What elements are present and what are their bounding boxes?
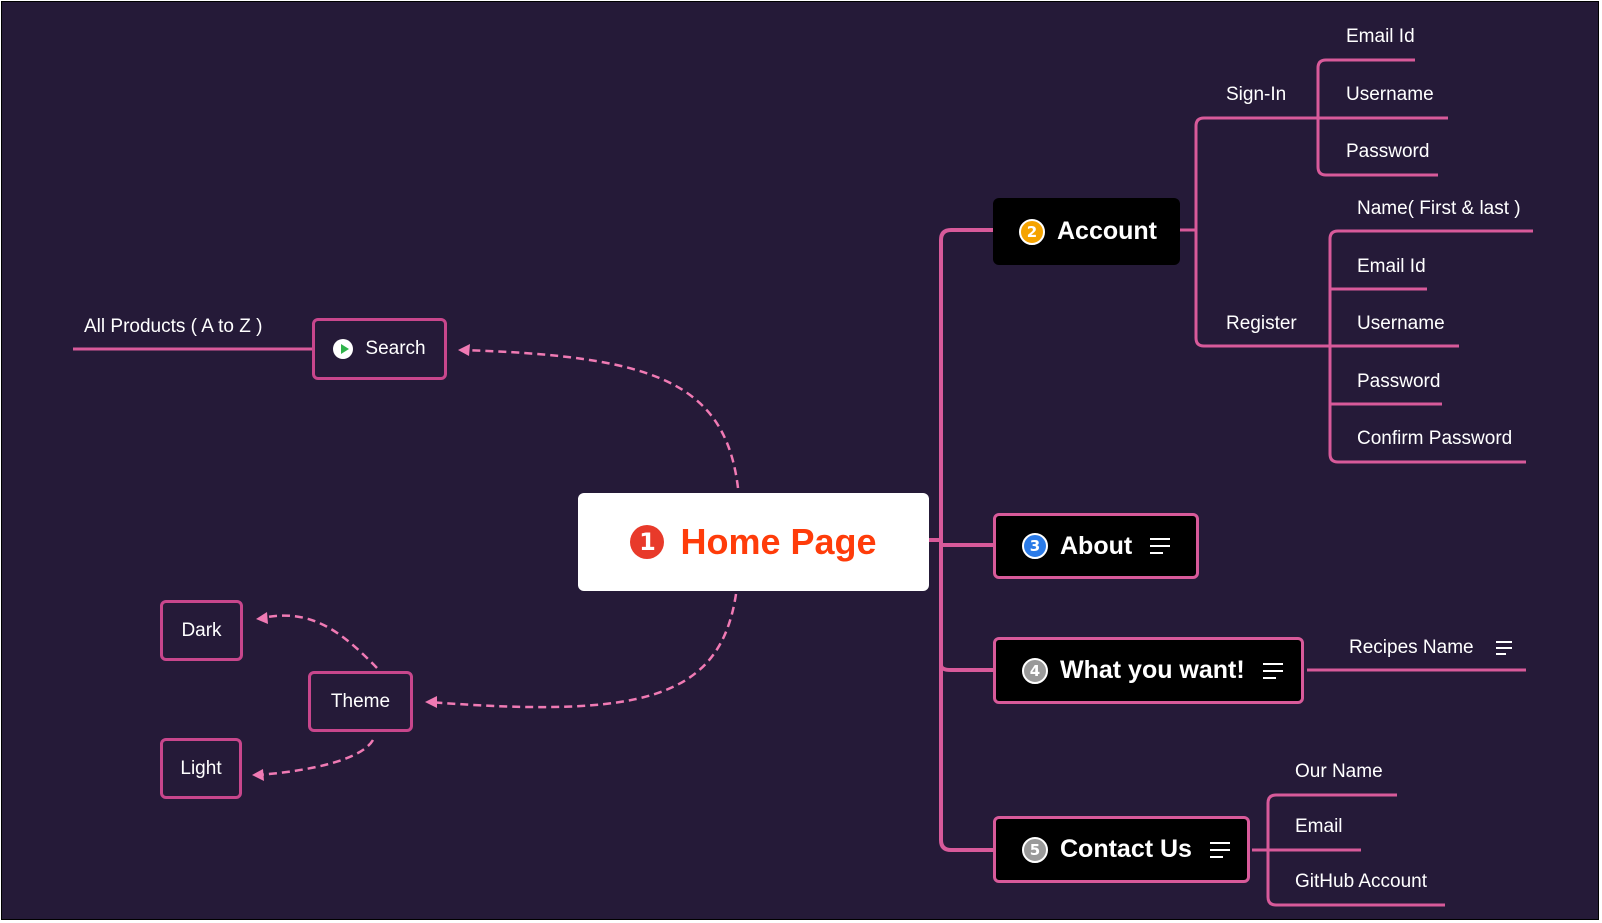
- branch-contact-label: Contact Us: [1060, 835, 1192, 863]
- topic-register[interactable]: Register: [1226, 313, 1297, 335]
- floating-topic-theme[interactable]: Theme: [308, 671, 413, 732]
- topic-email[interactable]: Email: [1295, 816, 1343, 838]
- priority-4-icon: 4: [1022, 657, 1048, 684]
- theme-label: Theme: [330, 690, 391, 712]
- branch-want-label: What you want!: [1060, 656, 1245, 684]
- branch-account-label: Account: [1057, 217, 1157, 245]
- priority-1-icon: 1: [630, 525, 665, 559]
- topic-register-name[interactable]: Name( First & last ): [1357, 198, 1521, 220]
- dark-label: Dark: [181, 619, 222, 641]
- notes-icon[interactable]: [1209, 841, 1230, 858]
- priority-3-icon: 3: [1022, 533, 1048, 559]
- topic-our-name[interactable]: Our Name: [1295, 761, 1383, 783]
- notes-icon[interactable]: [1150, 538, 1171, 554]
- branch-contact-us[interactable]: 5 Contact Us: [993, 816, 1250, 883]
- dark-arrowhead: [256, 612, 268, 624]
- floating-topic-search[interactable]: Search: [312, 318, 447, 380]
- topic-recipes-name[interactable]: Recipes Name: [1349, 637, 1512, 659]
- topic-recipes-label: Recipes Name: [1349, 637, 1474, 658]
- priority-2-icon: 2: [1019, 218, 1045, 245]
- dark-dashed-link: [261, 614, 378, 669]
- branch-about[interactable]: 3 About: [993, 513, 1199, 579]
- topic-all-products[interactable]: All Products ( A to Z ): [84, 316, 262, 338]
- topic-sign-in[interactable]: Sign-In: [1226, 84, 1286, 106]
- search-arrowhead: [458, 344, 470, 356]
- branch-want-connector: [939, 664, 993, 672]
- light-dashed-link: [256, 739, 375, 777]
- theme-dashed-link: [428, 593, 738, 709]
- topic-register-email[interactable]: Email Id: [1357, 256, 1426, 278]
- topic-register-confirm-password[interactable]: Confirm Password: [1357, 428, 1512, 450]
- priority-5-icon: 5: [1022, 836, 1048, 863]
- topic-register-password[interactable]: Password: [1357, 371, 1440, 393]
- root-title: Home Page: [680, 521, 877, 562]
- trunk-vertical: [939, 228, 952, 852]
- topic-light[interactable]: Light: [160, 738, 242, 799]
- branch-account[interactable]: 2 Account: [993, 198, 1180, 265]
- topic-sign-in-username[interactable]: Username: [1346, 84, 1434, 106]
- theme-arrowhead: [425, 696, 437, 708]
- light-label: Light: [180, 757, 222, 779]
- root-node-home-page[interactable]: 1 Home Page: [578, 493, 929, 591]
- search-dashed-link: [461, 348, 740, 489]
- topic-sign-in-email[interactable]: Email Id: [1346, 26, 1415, 48]
- notes-icon[interactable]: [1495, 641, 1512, 655]
- topic-sign-in-password[interactable]: Password: [1346, 141, 1429, 163]
- topic-github-account[interactable]: GitHub Account: [1295, 871, 1427, 893]
- light-arrowhead: [252, 769, 264, 781]
- play-icon[interactable]: [333, 339, 354, 359]
- mindmap-canvas: 1 Home Page 2 Account 3 About 4 What you…: [0, 0, 1602, 923]
- search-label: Search: [365, 338, 426, 359]
- branch-about-label: About: [1060, 531, 1133, 560]
- account-sub-vertical: [1194, 116, 1205, 348]
- topic-register-username[interactable]: Username: [1357, 313, 1445, 335]
- notes-icon[interactable]: [1262, 662, 1283, 679]
- branch-what-you-want[interactable]: 4 What you want!: [993, 637, 1304, 704]
- topic-dark[interactable]: Dark: [160, 600, 243, 661]
